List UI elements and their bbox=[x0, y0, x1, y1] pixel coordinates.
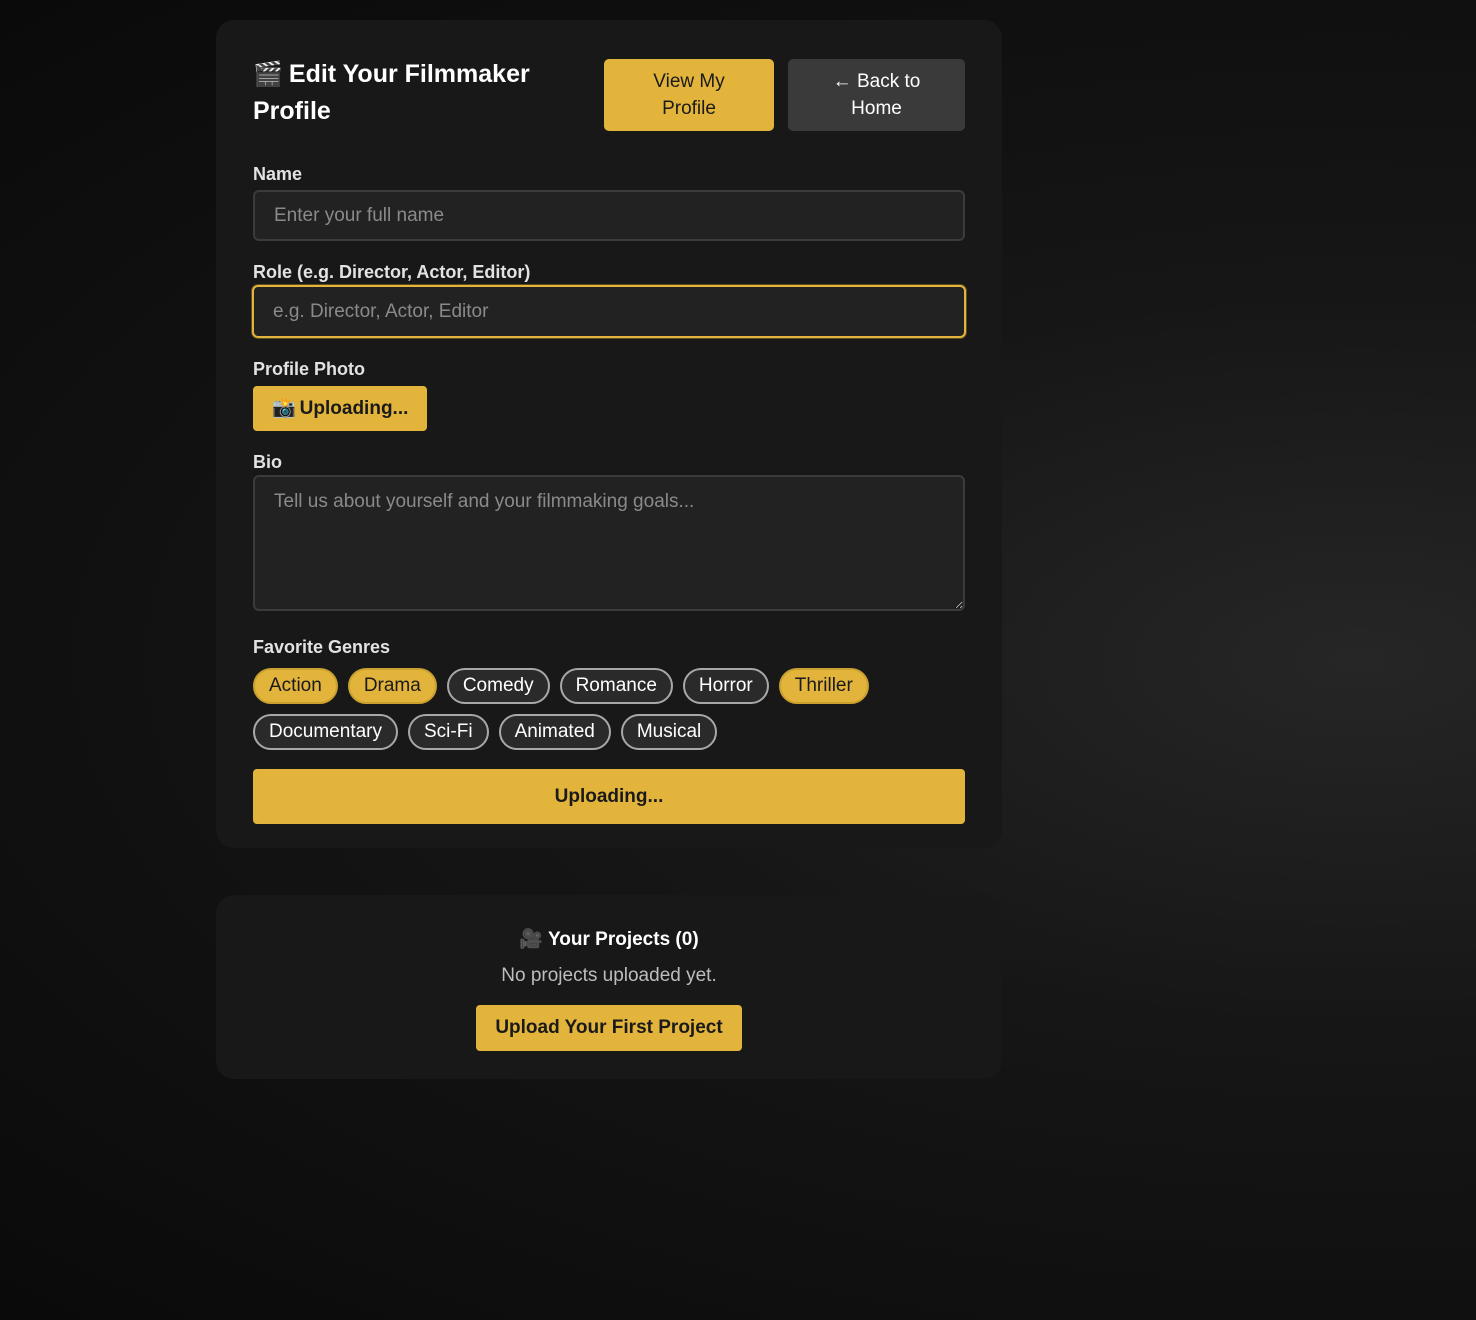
page-title: 🎬 Edit Your Filmmaker Profile bbox=[253, 56, 573, 130]
genre-action[interactable]: Action bbox=[253, 668, 338, 704]
upload-photo-label: Uploading... bbox=[299, 398, 409, 419]
page-title-text: Edit Your Filmmaker Profile bbox=[253, 60, 530, 125]
photo-field-group: Profile Photo 📸 Uploading... bbox=[253, 357, 965, 431]
genre-romance[interactable]: Romance bbox=[559, 668, 673, 704]
profile-photo-label: Profile Photo bbox=[253, 359, 365, 379]
role-label: Role (e.g. Director, Actor, Editor) bbox=[253, 262, 531, 282]
projects-title: 🎥 Your Projects (0) bbox=[216, 895, 1002, 953]
role-field-group: Role (e.g. Director, Actor, Editor) bbox=[252, 260, 966, 338]
save-profile-button[interactable]: Uploading... bbox=[253, 769, 965, 824]
camera-icon: 📸 bbox=[272, 397, 296, 419]
movie-camera-icon: 🎥 bbox=[519, 928, 544, 950]
name-field-group: Name bbox=[253, 162, 965, 241]
name-input[interactable] bbox=[253, 190, 965, 241]
back-to-home-button[interactable]: ← Back to Home bbox=[788, 59, 965, 131]
projects-card: 🎥 Your Projects (0) No projects uploaded … bbox=[216, 895, 1002, 1079]
name-label: Name bbox=[253, 164, 303, 184]
role-input[interactable] bbox=[252, 285, 966, 338]
genre-thriller[interactable]: Thriller bbox=[778, 668, 869, 704]
upload-photo-button[interactable]: 📸 Uploading... bbox=[253, 386, 428, 431]
upload-first-project-button[interactable]: Upload Your First Project bbox=[476, 1005, 742, 1051]
genre-drama[interactable]: Drama bbox=[347, 668, 437, 704]
genre-comedy[interactable]: Comedy bbox=[446, 668, 550, 704]
edit-profile-card: 🎬 Edit Your Filmmaker Profile View My Pro… bbox=[216, 20, 1002, 848]
bio-field-group: Bio bbox=[253, 450, 965, 611]
genre-musical[interactable]: Musical bbox=[620, 714, 718, 750]
genre-list: Action Drama Comedy Romance Horror Thril… bbox=[253, 668, 965, 750]
projects-empty-message: No projects uploaded yet. bbox=[501, 965, 717, 986]
view-my-profile-button[interactable]: View My Profile bbox=[604, 59, 774, 131]
bio-label: Bio bbox=[253, 452, 282, 472]
genre-animated[interactable]: Animated bbox=[498, 714, 611, 750]
genre-documentary[interactable]: Documentary bbox=[253, 714, 398, 750]
edit-profile-header: 🎬 Edit Your Filmmaker Profile View My Pro… bbox=[253, 56, 965, 152]
genre-sci-fi[interactable]: Sci-Fi bbox=[408, 714, 489, 750]
genre-horror[interactable]: Horror bbox=[682, 668, 769, 704]
favorite-genres-label: Favorite Genres bbox=[253, 637, 391, 657]
clapperboard-icon: 🎬 bbox=[253, 60, 283, 88]
bio-textarea[interactable] bbox=[253, 475, 965, 611]
genres-field-group: Favorite Genres Action Drama Comedy Roma… bbox=[253, 635, 965, 750]
projects-title-text: Your Projects (0) bbox=[548, 929, 699, 950]
